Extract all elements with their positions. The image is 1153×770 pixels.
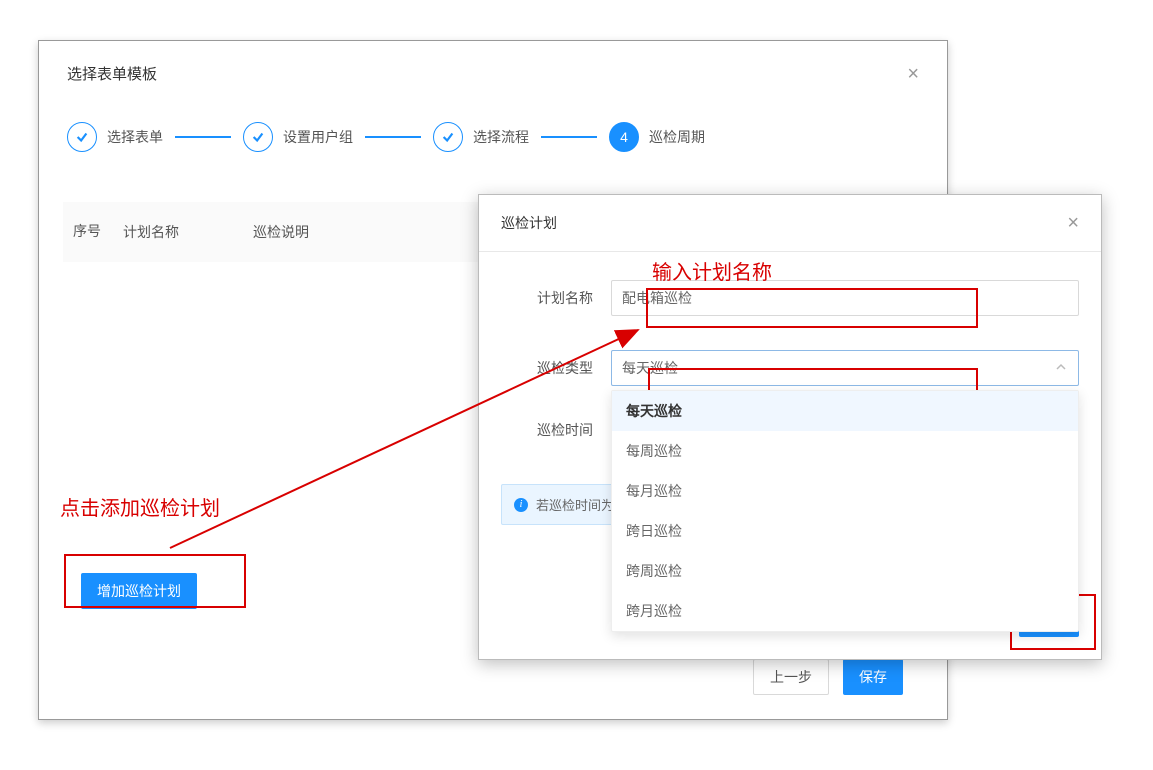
dropdown-option[interactable]: 每周巡检 [612,431,1078,471]
modal-title: 选择表单模板 [67,63,157,84]
info-text: 若巡检时间为 [536,495,614,514]
modal-title: 巡检计划 [501,213,557,233]
plan-name-label: 计划名称 [501,288,611,308]
prev-step-button[interactable]: 上一步 [753,659,829,695]
dropdown-option[interactable]: 每月巡检 [612,471,1078,511]
step-connector [365,136,421,138]
col-seq: 序号 [73,222,113,242]
inspection-time-label: 巡检时间 [501,420,611,440]
step-connector [175,136,231,138]
wizard-steps: 选择表单 设置用户组 选择流程 4 巡检周期 [39,112,947,182]
modal-header: 巡检计划 × [479,195,1101,252]
dropdown-option[interactable]: 跨日巡检 [612,511,1078,551]
inspection-plan-modal: 巡检计划 × 计划名称 巡检类型 每天巡检 每天巡检 每周巡检 每月巡检 [478,194,1102,660]
select-value: 每天巡检 [622,358,678,378]
step-label: 选择表单 [107,127,163,147]
step-select-form[interactable]: 选择表单 [67,122,163,152]
info-icon: i [514,498,528,512]
col-desc: 巡检说明 [253,222,393,242]
modal-header: 选择表单模板 × [39,41,947,112]
check-icon [433,122,463,152]
step-connector [541,136,597,138]
inspection-type-dropdown: 每天巡检 每周巡检 每月巡检 跨日巡检 跨周巡检 跨月巡检 [611,390,1079,632]
form-body: 计划名称 巡检类型 每天巡检 每天巡检 每周巡检 每月巡检 跨日巡检 跨周巡检 [479,252,1101,484]
plan-name-input[interactable] [611,280,1079,316]
step-inspection-cycle[interactable]: 4 巡检周期 [609,122,705,152]
footer-buttons: 上一步 保存 [753,659,903,695]
inspection-type-select[interactable]: 每天巡检 [611,350,1079,386]
step-select-process[interactable]: 选择流程 [433,122,529,152]
close-icon[interactable]: × [1067,213,1079,233]
inspection-type-row: 巡检类型 每天巡检 每天巡检 每周巡检 每月巡检 跨日巡检 跨周巡检 跨月巡检 [501,350,1079,386]
dropdown-option[interactable]: 跨周巡检 [612,551,1078,591]
save-button[interactable]: 保存 [843,659,903,695]
close-icon[interactable]: × [907,64,919,84]
add-plan-button[interactable]: 增加巡检计划 [81,573,197,609]
plan-name-row: 计划名称 [501,280,1079,316]
check-icon [243,122,273,152]
dropdown-option[interactable]: 每天巡检 [612,391,1078,431]
step-number-icon: 4 [609,122,639,152]
check-icon [67,122,97,152]
step-label: 选择流程 [473,127,529,147]
inspection-type-label: 巡检类型 [501,358,611,378]
chevron-up-icon [1055,360,1067,376]
dropdown-option[interactable]: 跨月巡检 [612,591,1078,631]
step-label: 设置用户组 [283,127,353,147]
step-set-usergroup[interactable]: 设置用户组 [243,122,353,152]
step-label: 巡检周期 [649,127,705,147]
col-name: 计划名称 [113,222,253,242]
